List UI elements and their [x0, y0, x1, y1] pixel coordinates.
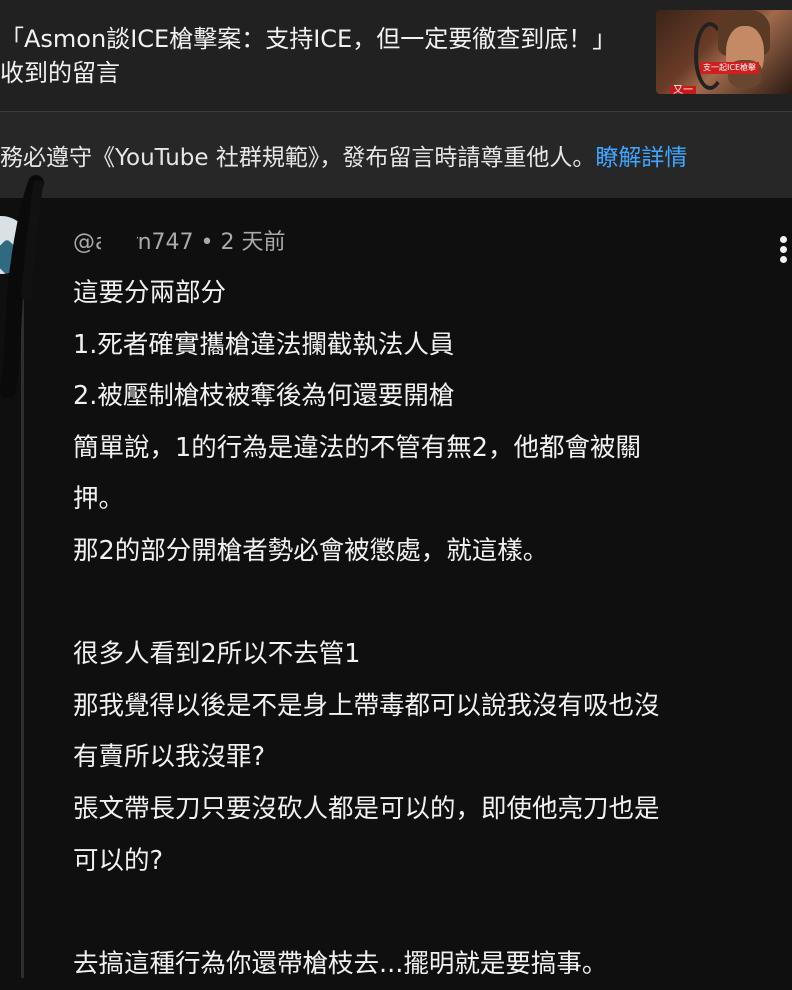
video-title-line1: 「Asmon談ICE槍擊案：支持ICE，但一定要徹查到底！」	[0, 25, 617, 53]
learn-more-link[interactable]: 瞭解詳情	[595, 145, 687, 171]
comment-line: 有賣所以我沒罪?	[73, 742, 266, 773]
notice-text-row: 務必遵守《YouTube 社群規範》，發布留言時請尊重他人。瞭解詳情	[0, 142, 687, 174]
comment-line: 很多人看到2所以不去管1	[73, 639, 361, 670]
comment-line: 1.死者確實攜槍違法攔截執法人員	[73, 329, 455, 360]
comment-line	[73, 578, 773, 630]
comment-line: 2.被壓制槍枝被奪後為何還要開槍	[73, 381, 455, 412]
comment-line: 可以的?	[73, 845, 164, 876]
comment-line: 那2的部分開槍者勢必會被懲處，就這樣。	[73, 535, 549, 566]
comment-line: 這要分兩部分	[73, 278, 227, 308]
video-title[interactable]: 「Asmon談ICE槍擊案：支持ICE，但一定要徹查到底！」 收到的留言	[0, 22, 640, 90]
comment-line: 去搞這種行為你還帶槍枝去...擺明就是要搞事。	[73, 948, 608, 979]
meta-separator: •	[200, 230, 214, 255]
comment-line: 押。	[73, 484, 125, 515]
comment-author[interactable]: @a orn747	[73, 230, 194, 260]
comment-line: 張文帶長刀只要沒砍人都是可以的，即使他亮刀也是	[73, 793, 660, 824]
redaction-scribble	[0, 175, 44, 398]
video-title-line2: 收到的留言	[0, 59, 120, 87]
comment-line: 簡單說，1的行為是違法的不管有無2，他都會被關	[73, 432, 641, 463]
comment-line	[73, 887, 773, 939]
video-header[interactable]: 「Asmon談ICE槍擊案：支持ICE，但一定要徹查到底！」 收到的留言 支一起…	[0, 0, 792, 112]
more-vert-icon[interactable]	[772, 232, 792, 266]
notice-text: 務必遵守《YouTube 社群規範》，發布留言時請尊重他人。	[0, 145, 596, 171]
video-thumbnail[interactable]: 支一起ICE槍擊 又一	[656, 10, 792, 94]
comment-line: 那我覺得以後是不是身上帶毒都可以說我沒有吸也沒	[73, 690, 660, 721]
community-guidelines-notice: 務必遵守《YouTube 社群規範》，發布留言時請尊重他人。瞭解詳情	[0, 112, 792, 198]
comment-time[interactable]: 2 天前	[221, 230, 286, 255]
comment-meta: @a orn747 • 2 天前	[73, 228, 286, 260]
comment-body: 這要分兩部分 1.死者確實攜槍違法攔截執法人員 2.被壓制槍枝被奪後為何還要開槍…	[73, 268, 773, 990]
thumbnail-badge: 支一起ICE槍擊	[700, 62, 759, 74]
author-redaction	[101, 230, 137, 260]
thumbnail-corner-text: 又一	[670, 86, 696, 94]
